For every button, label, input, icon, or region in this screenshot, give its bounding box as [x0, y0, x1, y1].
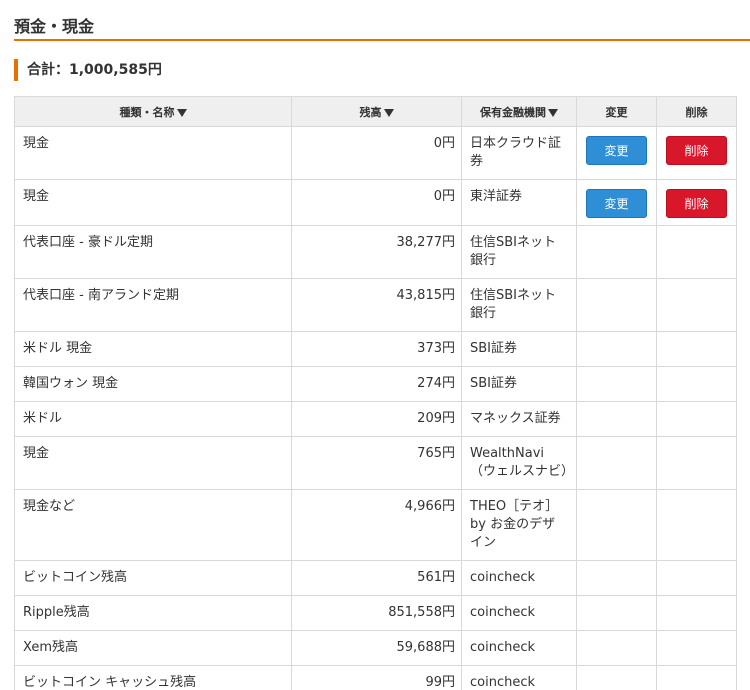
cell-change [576, 489, 657, 561]
header-amount-sort[interactable]: 残高 [291, 96, 462, 127]
cell-change [576, 436, 657, 490]
cell-institution: 住信SBIネット銀行 [461, 278, 577, 332]
table-row: 現金 0円 東洋証券 変更 削除 [14, 179, 737, 226]
cell-amount: 274円 [291, 366, 462, 402]
table-row: 現金 0円 日本クラウド証券 変更 削除 [14, 126, 737, 180]
cell-name: 米ドル 現金 [14, 331, 292, 367]
cell-institution: THEO［テオ］by お金のデザイン [461, 489, 577, 561]
cell-institution: 住信SBIネット銀行 [461, 225, 577, 279]
cell-amount: 0円 [291, 126, 462, 180]
cell-name: Ripple残高 [14, 595, 292, 631]
table-row: 現金など 4,966円 THEO［テオ］by お金のデザイン [14, 489, 737, 561]
table-row: Ripple残高 851,558円 coincheck [14, 595, 737, 631]
cell-delete: 削除 [656, 126, 737, 180]
table-row: ビットコイン残高 561円 coincheck [14, 560, 737, 596]
cell-name: ビットコイン残高 [14, 560, 292, 596]
cell-institution: WealthNavi（ウェルスナビ） [461, 436, 577, 490]
cell-institution: SBI証券 [461, 366, 577, 402]
cell-name: 現金 [14, 126, 292, 180]
cell-amount: 765円 [291, 436, 462, 490]
cell-institution: coincheck [461, 665, 577, 690]
table-row: ビットコイン キャッシュ残高 99円 coincheck [14, 665, 737, 690]
cell-institution: coincheck [461, 560, 577, 596]
cell-amount: 59,688円 [291, 630, 462, 666]
table-row: Xem残高 59,688円 coincheck [14, 630, 737, 666]
cell-delete [656, 278, 737, 332]
header-institution-sort[interactable]: 保有金融機関 [461, 96, 577, 127]
cell-amount: 38,277円 [291, 225, 462, 279]
table-row: 米ドル 現金 373円 SBI証券 [14, 331, 737, 367]
cell-delete [656, 366, 737, 402]
table-row: 代表口座 - 豪ドル定期 38,277円 住信SBIネット銀行 [14, 225, 737, 279]
cell-amount: 209円 [291, 401, 462, 437]
cell-amount: 4,966円 [291, 489, 462, 561]
cell-change [576, 630, 657, 666]
cell-amount: 0円 [291, 179, 462, 226]
cell-change [576, 366, 657, 402]
header-label: 残高 [359, 105, 382, 119]
page: 預金・現金 合計：1,000,585円 種類・名称 残高 保有金融機関 変更 削… [0, 0, 750, 690]
cell-change [576, 665, 657, 690]
cell-name: 代表口座 - 豪ドル定期 [14, 225, 292, 279]
cell-amount: 99円 [291, 665, 462, 690]
cell-name: 現金 [14, 179, 292, 226]
cell-delete [656, 436, 737, 490]
table-row: 代表口座 - 南アランド定期 43,815円 住信SBIネット銀行 [14, 278, 737, 332]
sort-down-icon [548, 108, 558, 117]
cell-change [576, 225, 657, 279]
cell-delete [656, 595, 737, 631]
cell-amount: 43,815円 [291, 278, 462, 332]
cell-name: Xem残高 [14, 630, 292, 666]
cell-name: 韓国ウォン 現金 [14, 366, 292, 402]
cell-institution: coincheck [461, 630, 577, 666]
cell-delete: 削除 [656, 179, 737, 226]
cell-delete [656, 489, 737, 561]
change-button[interactable]: 変更 [586, 189, 647, 218]
sort-down-icon [383, 108, 394, 117]
cell-delete [656, 665, 737, 690]
cell-name: 現金 [14, 436, 292, 490]
header-label: 保有金融機関 [480, 105, 546, 119]
total-amount: 合計：1,000,585円 [14, 59, 750, 81]
cell-change [576, 595, 657, 631]
cell-name: 米ドル [14, 401, 292, 437]
header-change: 変更 [576, 96, 657, 127]
cell-name: ビットコイン キャッシュ残高 [14, 665, 292, 690]
cell-amount: 851,558円 [291, 595, 462, 631]
cell-change: 変更 [576, 126, 657, 180]
cell-name: 代表口座 - 南アランド定期 [14, 278, 292, 332]
cell-delete [656, 630, 737, 666]
cell-delete [656, 331, 737, 367]
change-button[interactable]: 変更 [586, 136, 647, 165]
table-row: 韓国ウォン 現金 274円 SBI証券 [14, 366, 737, 402]
table-row: 米ドル 209円 マネックス証券 [14, 401, 737, 437]
header-label: 種類・名称 [119, 105, 175, 119]
delete-button[interactable]: 削除 [666, 189, 727, 218]
cell-amount: 561円 [291, 560, 462, 596]
cell-change [576, 331, 657, 367]
cell-change [576, 278, 657, 332]
table-header-row: 種類・名称 残高 保有金融機関 変更 削除 [14, 96, 737, 127]
table-row: 現金 765円 WealthNavi（ウェルスナビ） [14, 436, 737, 490]
cell-institution: coincheck [461, 595, 577, 631]
header-delete: 削除 [656, 96, 737, 127]
cell-change [576, 560, 657, 596]
cell-amount: 373円 [291, 331, 462, 367]
cell-name: 現金など [14, 489, 292, 561]
section-title: 預金・現金 [14, 0, 750, 41]
cell-institution: 日本クラウド証券 [461, 126, 577, 180]
cell-institution: SBI証券 [461, 331, 577, 367]
delete-button[interactable]: 削除 [666, 136, 727, 165]
cell-delete [656, 225, 737, 279]
cell-institution: マネックス証券 [461, 401, 577, 437]
cell-change: 変更 [576, 179, 657, 226]
assets-table: 種類・名称 残高 保有金融機関 変更 削除 現金 0円 日本クラウド証券 変更 [14, 96, 737, 690]
cell-delete [656, 401, 737, 437]
cell-change [576, 401, 657, 437]
header-name-sort[interactable]: 種類・名称 [14, 96, 292, 127]
cell-institution: 東洋証券 [461, 179, 577, 226]
sort-down-icon [176, 108, 187, 117]
cell-delete [656, 560, 737, 596]
